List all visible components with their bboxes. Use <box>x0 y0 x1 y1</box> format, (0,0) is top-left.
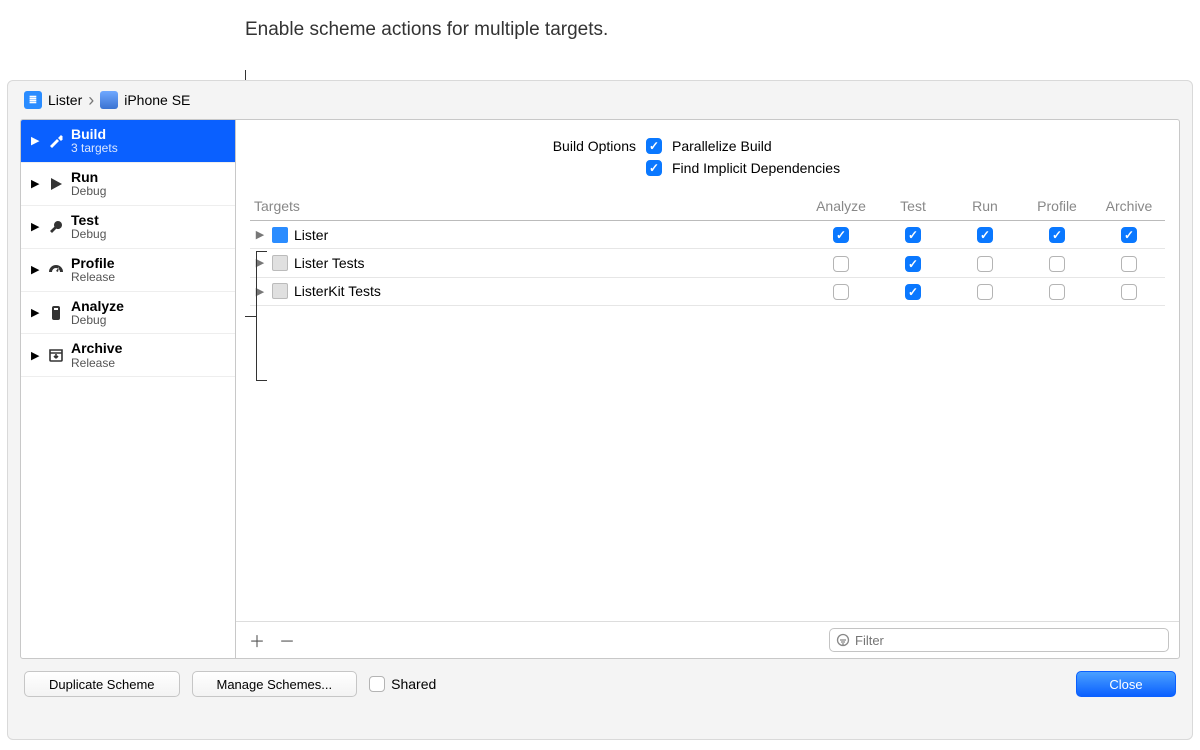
gauge-icon <box>47 261 65 279</box>
scheme-action-build[interactable]: ▶ Build 3 targets <box>21 120 235 163</box>
scheme-action-profile[interactable]: ▶ Profile Release <box>21 249 235 292</box>
col-analyze[interactable]: Analyze <box>805 192 877 221</box>
disclosure-triangle-icon[interactable]: ▶ <box>254 228 266 241</box>
analyze-checkbox[interactable] <box>833 256 849 272</box>
shared-checkbox[interactable] <box>369 676 385 692</box>
play-icon <box>47 175 65 193</box>
analyze-checkbox[interactable] <box>833 227 849 243</box>
scheme-action-test[interactable]: ▶ Test Debug <box>21 206 235 249</box>
action-subtitle: Release <box>71 357 122 371</box>
find-implicit-deps-checkbox[interactable] <box>646 160 662 176</box>
filter-field[interactable] <box>829 628 1169 652</box>
test-checkbox[interactable] <box>905 284 921 300</box>
disclosure-triangle-icon[interactable]: ▶ <box>31 306 41 319</box>
action-subtitle: Release <box>71 271 115 285</box>
close-button[interactable]: Close <box>1076 671 1176 697</box>
run-checkbox[interactable] <box>977 256 993 272</box>
analyze-icon <box>47 304 65 322</box>
table-row[interactable]: ▶ Lister <box>250 221 1165 249</box>
disclosure-triangle-icon[interactable]: ▶ <box>31 220 41 233</box>
scheme-action-analyze[interactable]: ▶ Analyze Debug <box>21 292 235 335</box>
target-name: Lister <box>294 227 328 243</box>
wrench-icon <box>47 218 65 236</box>
table-row[interactable]: ▶ListerKit Tests <box>250 277 1165 305</box>
target-name: ListerKit Tests <box>294 283 381 299</box>
run-checkbox[interactable] <box>977 227 993 243</box>
action-title: Test <box>71 212 106 228</box>
remove-target-button[interactable]: － <box>276 629 298 651</box>
build-pane: Build Options Parallelize Build Find Imp… <box>236 120 1179 658</box>
disclosure-triangle-icon[interactable]: ▶ <box>31 134 41 147</box>
scheme-editor-window: ≣ Lister › iPhone SE ▶ Build 3 targets <box>7 80 1193 740</box>
scheme-action-archive[interactable]: ▶ Archive Release <box>21 334 235 377</box>
test-checkbox[interactable] <box>905 256 921 272</box>
breadcrumb-device: iPhone SE <box>124 92 190 108</box>
build-options: Build Options Parallelize Build Find Imp… <box>236 120 1179 192</box>
filter-icon <box>836 633 850 647</box>
app-icon: ≣ <box>24 91 42 109</box>
scheme-breadcrumb[interactable]: ≣ Lister › iPhone SE <box>8 81 1192 119</box>
targets-table: Targets Analyze Test Run Profile Archive… <box>250 192 1165 306</box>
breadcrumb-scheme: Lister <box>48 92 82 108</box>
action-subtitle: Debug <box>71 185 106 199</box>
device-icon <box>100 91 118 109</box>
action-subtitle: Debug <box>71 228 106 242</box>
col-test[interactable]: Test <box>877 192 949 221</box>
action-title: Build <box>71 126 118 142</box>
col-run[interactable]: Run <box>949 192 1021 221</box>
scheme-editor-body: ▶ Build 3 targets ▶ Run <box>20 119 1180 659</box>
action-subtitle: 3 targets <box>71 142 118 156</box>
parallelize-build-checkbox[interactable] <box>646 138 662 154</box>
table-toolbar: ＋ － <box>236 621 1179 658</box>
archive-checkbox[interactable] <box>1121 284 1137 300</box>
col-targets[interactable]: Targets <box>250 192 805 221</box>
archive-icon <box>47 346 65 364</box>
build-options-label: Build Options <box>256 138 636 154</box>
action-title: Archive <box>71 340 122 356</box>
filter-input[interactable] <box>855 633 1162 648</box>
shared-label: Shared <box>391 676 436 692</box>
action-title: Run <box>71 169 106 185</box>
scheme-actions-sidebar: ▶ Build 3 targets ▶ Run <box>21 120 236 658</box>
scheme-action-run[interactable]: ▶ Run Debug <box>21 163 235 206</box>
manage-schemes-button[interactable]: Manage Schemes... <box>192 671 358 697</box>
annotation-caption: Enable scheme actions for multiple targe… <box>245 18 608 42</box>
action-title: Profile <box>71 255 115 271</box>
annotation-connector <box>245 316 257 317</box>
profile-checkbox[interactable] <box>1049 284 1065 300</box>
archive-checkbox[interactable] <box>1121 256 1137 272</box>
col-archive[interactable]: Archive <box>1093 192 1165 221</box>
test-checkbox[interactable] <box>905 227 921 243</box>
disclosure-triangle-icon[interactable]: ▶ <box>31 263 41 276</box>
target-icon <box>272 227 288 243</box>
annotation-bracket <box>256 251 276 381</box>
disclosure-triangle-icon[interactable]: ▶ <box>31 177 41 190</box>
dialog-footer: Duplicate Scheme Manage Schemes... Share… <box>8 659 1192 709</box>
table-row[interactable]: ▶Lister Tests <box>250 249 1165 277</box>
action-subtitle: Debug <box>71 314 124 328</box>
target-name: Lister Tests <box>294 255 365 271</box>
duplicate-scheme-button[interactable]: Duplicate Scheme <box>24 671 180 697</box>
add-target-button[interactable]: ＋ <box>246 629 268 651</box>
parallelize-build-label: Parallelize Build <box>672 138 772 154</box>
profile-checkbox[interactable] <box>1049 227 1065 243</box>
archive-checkbox[interactable] <box>1121 227 1137 243</box>
profile-checkbox[interactable] <box>1049 256 1065 272</box>
action-title: Analyze <box>71 298 124 314</box>
disclosure-triangle-icon[interactable]: ▶ <box>31 349 41 362</box>
col-profile[interactable]: Profile <box>1021 192 1093 221</box>
chevron-right-icon: › <box>88 91 94 109</box>
analyze-checkbox[interactable] <box>833 284 849 300</box>
find-implicit-deps-label: Find Implicit Dependencies <box>672 160 840 176</box>
run-checkbox[interactable] <box>977 284 993 300</box>
hammer-icon <box>47 132 65 150</box>
